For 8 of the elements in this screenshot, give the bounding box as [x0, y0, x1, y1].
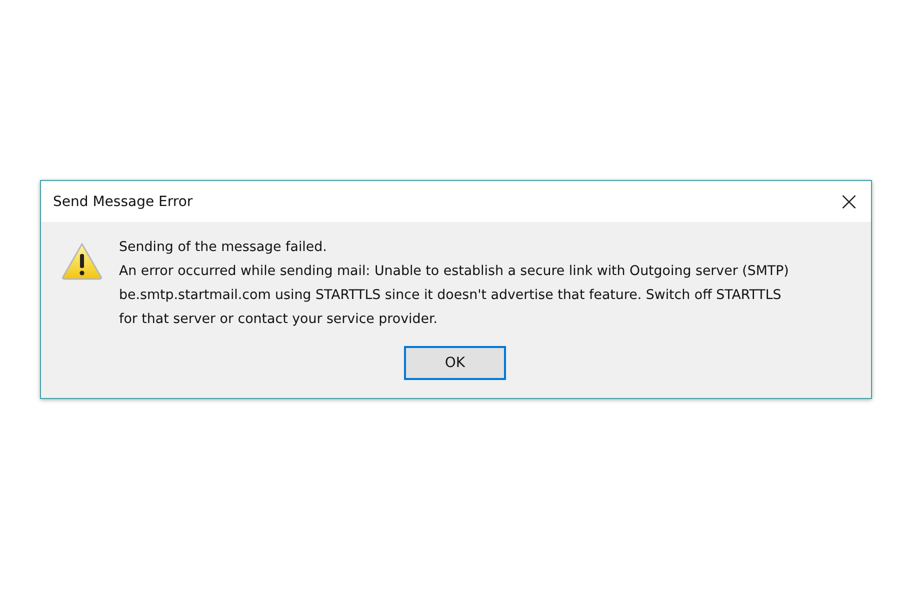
error-detail-line: for that server or contact your service provider. [119, 311, 438, 329]
error-heading: Sending of the message failed. [119, 239, 328, 257]
error-detail-line: An error occurred while sending mail: Unable to establish a secure link with Outgoing server (SMTP) [119, 263, 789, 281]
ok-button[interactable]: OK [404, 346, 506, 380]
warning-icon [61, 242, 103, 280]
window-title: Send Message Error [53, 194, 193, 210]
close-button[interactable]: × [827, 181, 871, 222]
error-detail-line: be.smtp.startmail.com using STARTTLS since it doesn't advertise that feature. Switch off STARTTLS [119, 287, 782, 305]
